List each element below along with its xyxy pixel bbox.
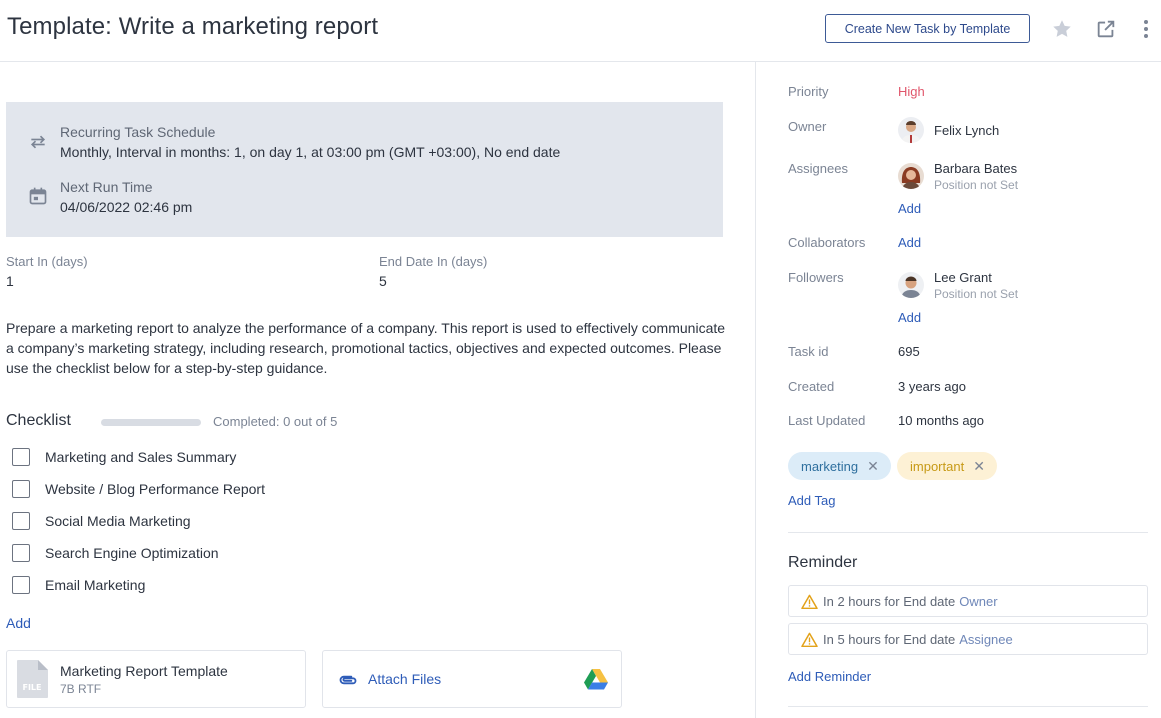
assignee-avatar[interactable] [898, 163, 924, 189]
create-task-by-template-button[interactable]: Create New Task by Template [825, 14, 1030, 43]
tag-label: important [910, 458, 965, 474]
checklist-item-label: Search Engine Optimization [45, 545, 219, 561]
owner-name: Felix Lynch [934, 123, 1000, 138]
reminder-title: Reminder [788, 554, 858, 571]
section-divider [788, 706, 1148, 707]
checklist-title: Checklist [6, 412, 71, 429]
assignees-label: Assignees [788, 161, 848, 176]
add-collaborator-link[interactable]: Add [898, 235, 921, 250]
checklist-item[interactable]: Email Marketing [12, 575, 145, 595]
collaborators-label: Collaborators [788, 235, 866, 250]
next-run-value: 04/06/2022 02:46 pm [60, 199, 193, 215]
checklist-item[interactable]: Social Media Marketing [12, 511, 191, 531]
page-header: Template: Write a marketing report Creat… [0, 0, 1161, 62]
priority-label: Priority [788, 84, 829, 99]
start-in-value: 1 [6, 273, 14, 289]
warning-icon [801, 632, 818, 647]
start-in-label: Start In (days) [6, 254, 88, 269]
add-assignee-link[interactable]: Add [898, 201, 921, 216]
reminder-text: In 5 hours for End date [823, 631, 956, 647]
page-title: Template: Write a marketing report [7, 13, 379, 40]
attach-files-link[interactable]: Attach Files [368, 671, 441, 687]
checklist-progress-bar [101, 419, 201, 426]
reminder-item[interactable]: In 2 hours for End date Owner [788, 585, 1148, 617]
section-divider [788, 532, 1148, 533]
file-icon: FILE [15, 659, 49, 699]
task-description: Prepare a marketing report to analyze th… [6, 320, 726, 376]
warning-icon [801, 594, 818, 609]
external-link-icon[interactable] [1095, 18, 1117, 40]
checkbox[interactable] [12, 576, 30, 594]
created-value: 3 years ago [898, 379, 966, 394]
last-updated-value: 10 months ago [898, 413, 985, 428]
file-name: Marketing Report Template [60, 663, 228, 679]
add-checklist-item-link[interactable]: Add [6, 615, 31, 631]
checklist-item[interactable]: Search Engine Optimization [12, 543, 219, 563]
recurring-schedule-label: Recurring Task Schedule [60, 124, 216, 140]
end-date-in-value: 5 [379, 273, 387, 289]
checklist-item-label: Website / Blog Performance Report [45, 481, 265, 497]
star-icon[interactable] [1051, 18, 1073, 40]
follower-avatar[interactable] [898, 272, 924, 298]
checkbox[interactable] [12, 512, 30, 530]
priority-value[interactable]: High [898, 84, 925, 99]
owner-label: Owner [788, 119, 827, 134]
more-vertical-icon[interactable] [1136, 18, 1156, 40]
checklist-item[interactable]: Marketing and Sales Summary [12, 447, 236, 467]
reminder-role: Assignee [959, 631, 1013, 647]
checklist-progress-text: Completed: 0 out of 5 [213, 414, 338, 429]
follower-name: Lee Grant [934, 270, 992, 285]
end-date-in-label: End Date In (days) [379, 254, 488, 269]
tag-important[interactable]: important ✕ [897, 452, 997, 480]
panel-divider [755, 62, 756, 718]
tag-label: marketing [801, 458, 859, 474]
paperclip-icon [337, 670, 359, 690]
assignee-name: Barbara Bates [934, 161, 1018, 176]
remove-tag-icon[interactable]: ✕ [973, 458, 985, 475]
followers-label: Followers [788, 270, 844, 285]
recurring-schedule-value: Monthly, Interval in months: 1, on day 1… [60, 144, 561, 160]
recurring-schedule-panel: Recurring Task Schedule Monthly, Interva… [6, 102, 723, 237]
file-meta: 7B RTF [60, 682, 102, 696]
owner-avatar[interactable] [898, 117, 924, 143]
reminder-role: Owner [959, 593, 998, 609]
add-tag-link[interactable]: Add Tag [788, 493, 835, 508]
checklist-item-label: Social Media Marketing [45, 513, 191, 529]
tag-marketing[interactable]: marketing ✕ [788, 452, 891, 480]
checklist-item-label: Marketing and Sales Summary [45, 449, 237, 465]
remove-tag-icon[interactable]: ✕ [867, 458, 879, 475]
last-updated-label: Last Updated [788, 413, 866, 428]
attached-file-card[interactable]: FILE Marketing Report Template 7B RTF [6, 650, 306, 708]
checkbox[interactable] [12, 448, 30, 466]
file-icon-text: FILE [22, 683, 41, 692]
assignee-position: Position not Set [934, 178, 1019, 192]
add-follower-link[interactable]: Add [898, 310, 921, 325]
task-id-value: 695 [898, 344, 920, 359]
follower-position: Position not Set [934, 287, 1019, 301]
next-run-label: Next Run Time [60, 179, 153, 195]
checklist-item[interactable]: Website / Blog Performance Report [12, 479, 265, 499]
created-label: Created [788, 379, 835, 394]
task-id-label: Task id [788, 344, 829, 359]
google-drive-icon[interactable] [584, 668, 608, 690]
calendar-icon [28, 186, 48, 206]
reminder-text: In 2 hours for End date [823, 593, 956, 609]
checklist-item-label: Email Marketing [45, 577, 146, 593]
attach-files-card[interactable]: Attach Files [322, 650, 622, 708]
add-reminder-link[interactable]: Add Reminder [788, 669, 871, 684]
checkbox[interactable] [12, 480, 30, 498]
repeat-icon [28, 132, 48, 152]
reminder-item[interactable]: In 5 hours for End date Assignee [788, 623, 1148, 655]
checkbox[interactable] [12, 544, 30, 562]
